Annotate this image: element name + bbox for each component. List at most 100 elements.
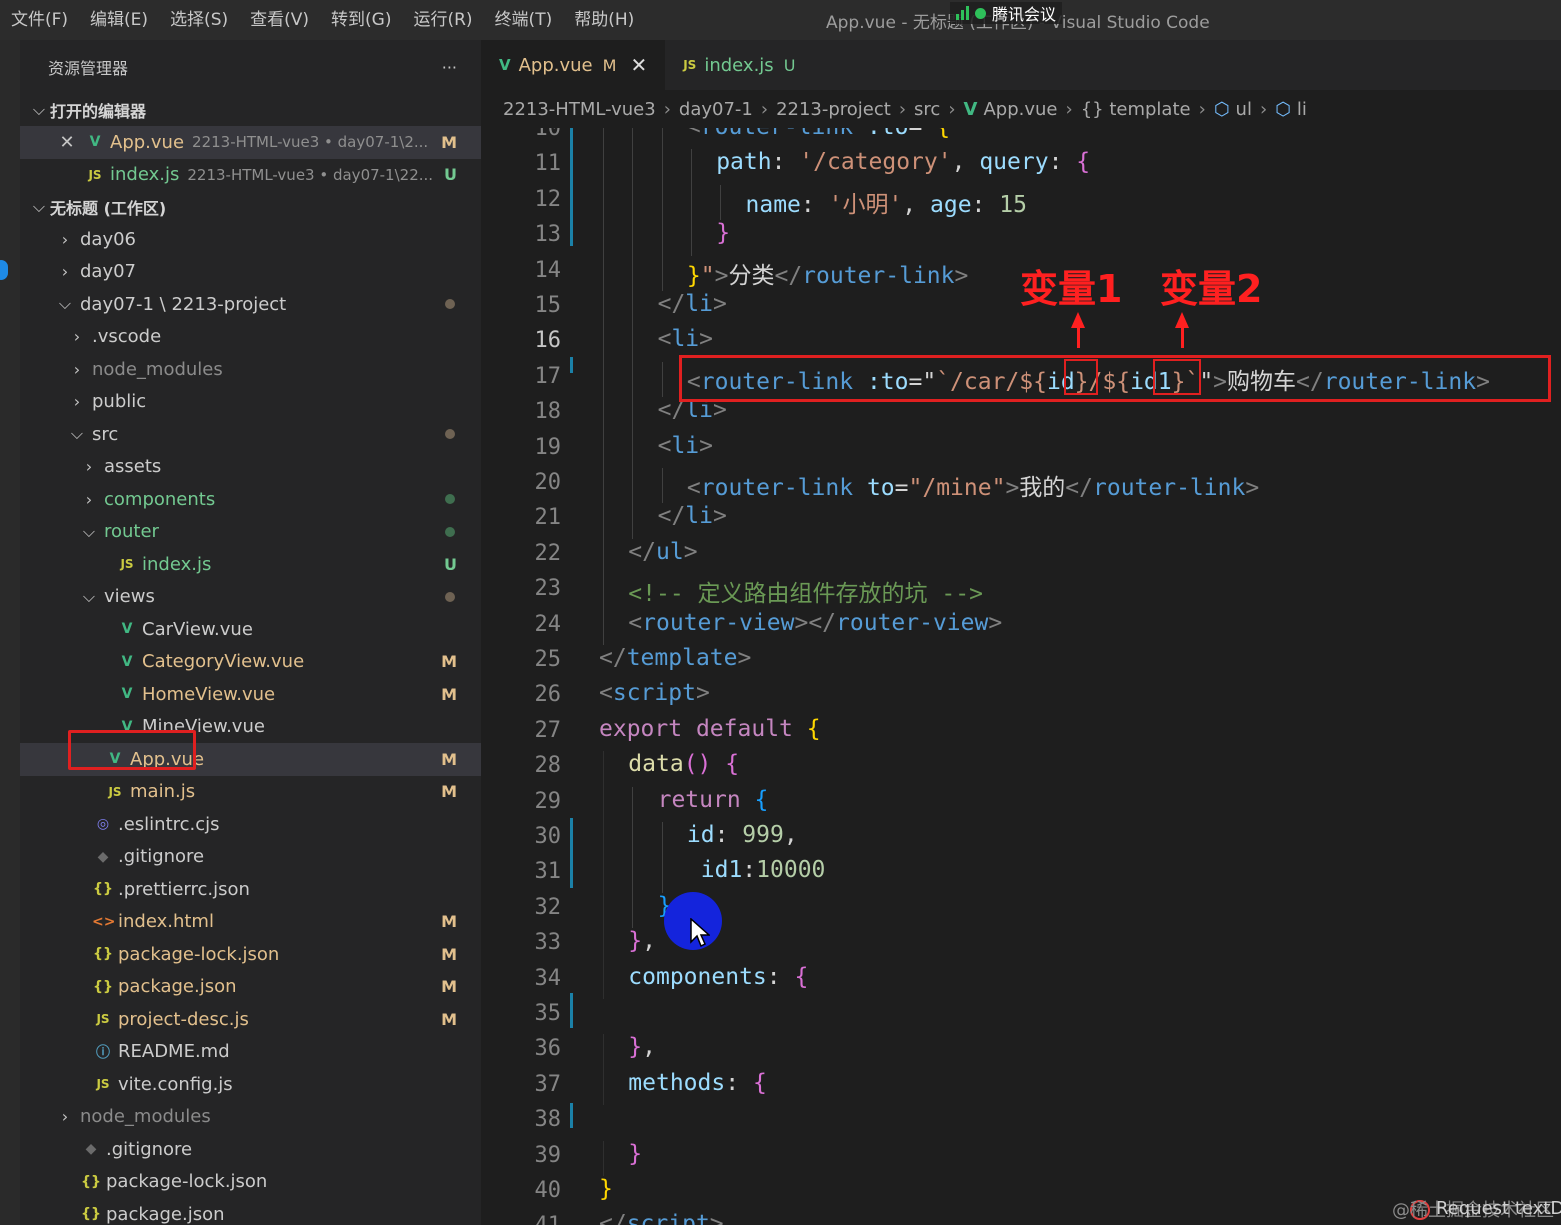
file-item[interactable]: ⓘ README.md — [20, 1036, 481, 1069]
file-item[interactable]: V CategoryView.vue M — [20, 646, 481, 679]
menu-item[interactable]: 运行(R) — [402, 0, 483, 40]
code-line[interactable]: }, — [628, 928, 656, 954]
file-item[interactable]: ◆ .gitignore — [20, 841, 481, 874]
code-line[interactable]: <li> — [658, 326, 713, 352]
file-item[interactable]: {} package.json — [20, 1198, 481, 1225]
breadcrumb-item[interactable]: ⬡ ul — [1214, 99, 1252, 120]
breadcrumb-item[interactable]: day07-1 — [679, 99, 753, 120]
folder-item[interactable]: › node_modules — [20, 1101, 481, 1134]
menu-item[interactable]: 终端(T) — [484, 0, 564, 40]
code-line[interactable]: </script> — [599, 1211, 724, 1225]
workspace-label: 无标题 (工作区) — [50, 199, 167, 218]
file-item[interactable]: JS project-desc.js M — [20, 1003, 481, 1036]
folder-item[interactable]: ⌵ src — [20, 418, 481, 451]
tree-item-label: day06 — [80, 228, 137, 250]
code-line[interactable]: </ul> — [628, 539, 697, 565]
code-token: , — [902, 191, 930, 218]
menu-item[interactable]: 文件(F) — [0, 0, 79, 40]
code-line[interactable]: methods: { — [628, 1070, 767, 1096]
json-icon: {} — [93, 978, 113, 995]
menu-item[interactable]: 查看(V) — [239, 0, 320, 40]
breadcrumb-item[interactable]: 2213-HTML-vue3 — [503, 99, 656, 120]
file-item[interactable]: {} .prettierrc.json — [20, 873, 481, 906]
close-icon[interactable]: ✕ — [56, 132, 78, 153]
indent-guide — [603, 892, 604, 929]
file-item[interactable]: JS vite.config.js — [20, 1068, 481, 1101]
menu-item[interactable]: 选择(S) — [159, 0, 239, 40]
file-item[interactable]: {} package-lock.json M — [20, 938, 481, 971]
meeting-label: 腾讯会议 — [992, 5, 1057, 24]
folder-item[interactable]: › components — [20, 483, 481, 516]
code-line[interactable]: export default { — [599, 716, 821, 742]
code-line[interactable]: </li> — [658, 503, 727, 529]
accounts-badge-icon[interactable] — [0, 260, 8, 280]
folder-item[interactable]: › day07 — [20, 256, 481, 289]
code-line[interactable]: }, — [628, 1034, 656, 1060]
indent-guide — [661, 128, 663, 150]
breadcrumb-item[interactable]: V App.vue — [964, 99, 1058, 120]
file-item[interactable]: ◎ .eslintrc.cjs — [20, 808, 481, 841]
tab-App-vue[interactable]: V App.vue M ✕ — [481, 40, 666, 90]
breadcrumb-item[interactable]: {} template — [1081, 99, 1191, 120]
workspace-header[interactable]: ⌵ 无标题 (工作区) — [20, 191, 481, 223]
file-item[interactable]: {} package.json M — [20, 971, 481, 1004]
file-item[interactable]: V CarView.vue — [20, 613, 481, 646]
file-item[interactable]: ◆ .gitignore — [20, 1133, 481, 1166]
menu-item[interactable]: 编辑(E) — [79, 0, 159, 40]
meeting-indicator[interactable]: 腾讯会议 — [950, 2, 1063, 24]
breadcrumb-label: ul — [1235, 98, 1252, 120]
highlight-box — [1153, 359, 1201, 395]
code-line[interactable]: id: 999, — [687, 822, 798, 848]
code-line[interactable]: data() { — [628, 751, 739, 777]
git-status-badge: M — [441, 132, 457, 152]
code-token: < — [686, 475, 701, 501]
code-line[interactable]: <router-link :to="{ — [687, 128, 950, 140]
code-line[interactable]: }">分类</router-link> — [687, 256, 968, 290]
code-line[interactable]: return { — [658, 787, 769, 813]
folder-item[interactable]: ⌵ day07-1 \ 2213-project — [20, 288, 481, 321]
open-editors-header[interactable]: ⌵ 打开的编辑器 — [20, 94, 481, 126]
file-item[interactable]: JS main.js M — [20, 776, 481, 809]
file-item[interactable]: V HomeView.vue M — [20, 678, 481, 711]
folder-item[interactable]: › day06 — [20, 223, 481, 256]
code-line[interactable]: <script> — [599, 680, 710, 706]
code-line[interactable]: <!-- 定义路由组件存放的坑 --> — [628, 574, 983, 608]
line-number: 39 — [534, 1142, 562, 1168]
breadcrumb-item[interactable]: ⬡ li — [1275, 99, 1307, 120]
folder-item[interactable]: ⌵ views — [20, 581, 481, 614]
code-line[interactable]: path: '/category', query: { — [716, 149, 1090, 175]
tab-index-js[interactable]: JS index.js U — [665, 40, 813, 90]
code-line[interactable]: <router-view></router-view> — [628, 610, 1002, 636]
code-line[interactable]: id1:10000 — [687, 857, 826, 883]
code-line[interactable]: } — [628, 1141, 642, 1167]
file-item[interactable]: {} package-lock.json — [20, 1166, 481, 1199]
open-editor-item[interactable]: ✕ V App.vue 2213-HTML-vue3 • day07-1\2... M — [20, 126, 481, 159]
code-line[interactable]: name: '小明', age: 15 — [746, 185, 1027, 219]
vue-icon: V — [121, 686, 133, 703]
more-actions-icon[interactable]: ··· — [442, 58, 457, 77]
code-line[interactable]: } — [716, 220, 730, 246]
code-line[interactable]: <li> — [658, 433, 713, 459]
code-token: router-link — [802, 262, 955, 289]
menu-item[interactable]: 转到(G) — [320, 0, 402, 40]
code-line[interactable]: <router-link to="/mine">我的</router-link> — [687, 468, 1259, 502]
file-item[interactable]: <> index.html M — [20, 906, 481, 939]
code-line[interactable]: </template> — [599, 645, 751, 671]
code-line[interactable]: } — [599, 1176, 613, 1202]
folder-item[interactable]: › .vscode — [20, 321, 481, 354]
menu-item[interactable]: 帮助(H) — [563, 0, 645, 40]
open-editor-item[interactable]: JS index.js 2213-HTML-vue3 • day07-1\22...… — [20, 159, 481, 192]
breadcrumb-item[interactable]: 2213-project — [776, 99, 891, 120]
indent-guide — [603, 432, 604, 468]
code-line[interactable]: </li> — [658, 291, 727, 317]
folder-item[interactable]: ⌵ router — [20, 516, 481, 549]
file-item[interactable]: JS index.js U — [20, 548, 481, 581]
breadcrumb-item[interactable]: src — [914, 99, 940, 120]
folder-item[interactable]: › assets — [20, 451, 481, 484]
code-line[interactable]: components: { — [628, 964, 808, 990]
folder-item[interactable]: › public — [20, 386, 481, 419]
code-token: } — [628, 1140, 643, 1167]
close-icon[interactable]: ✕ — [630, 53, 647, 77]
folder-item[interactable]: › node_modules — [20, 353, 481, 386]
modified-dot-icon — [445, 526, 455, 537]
